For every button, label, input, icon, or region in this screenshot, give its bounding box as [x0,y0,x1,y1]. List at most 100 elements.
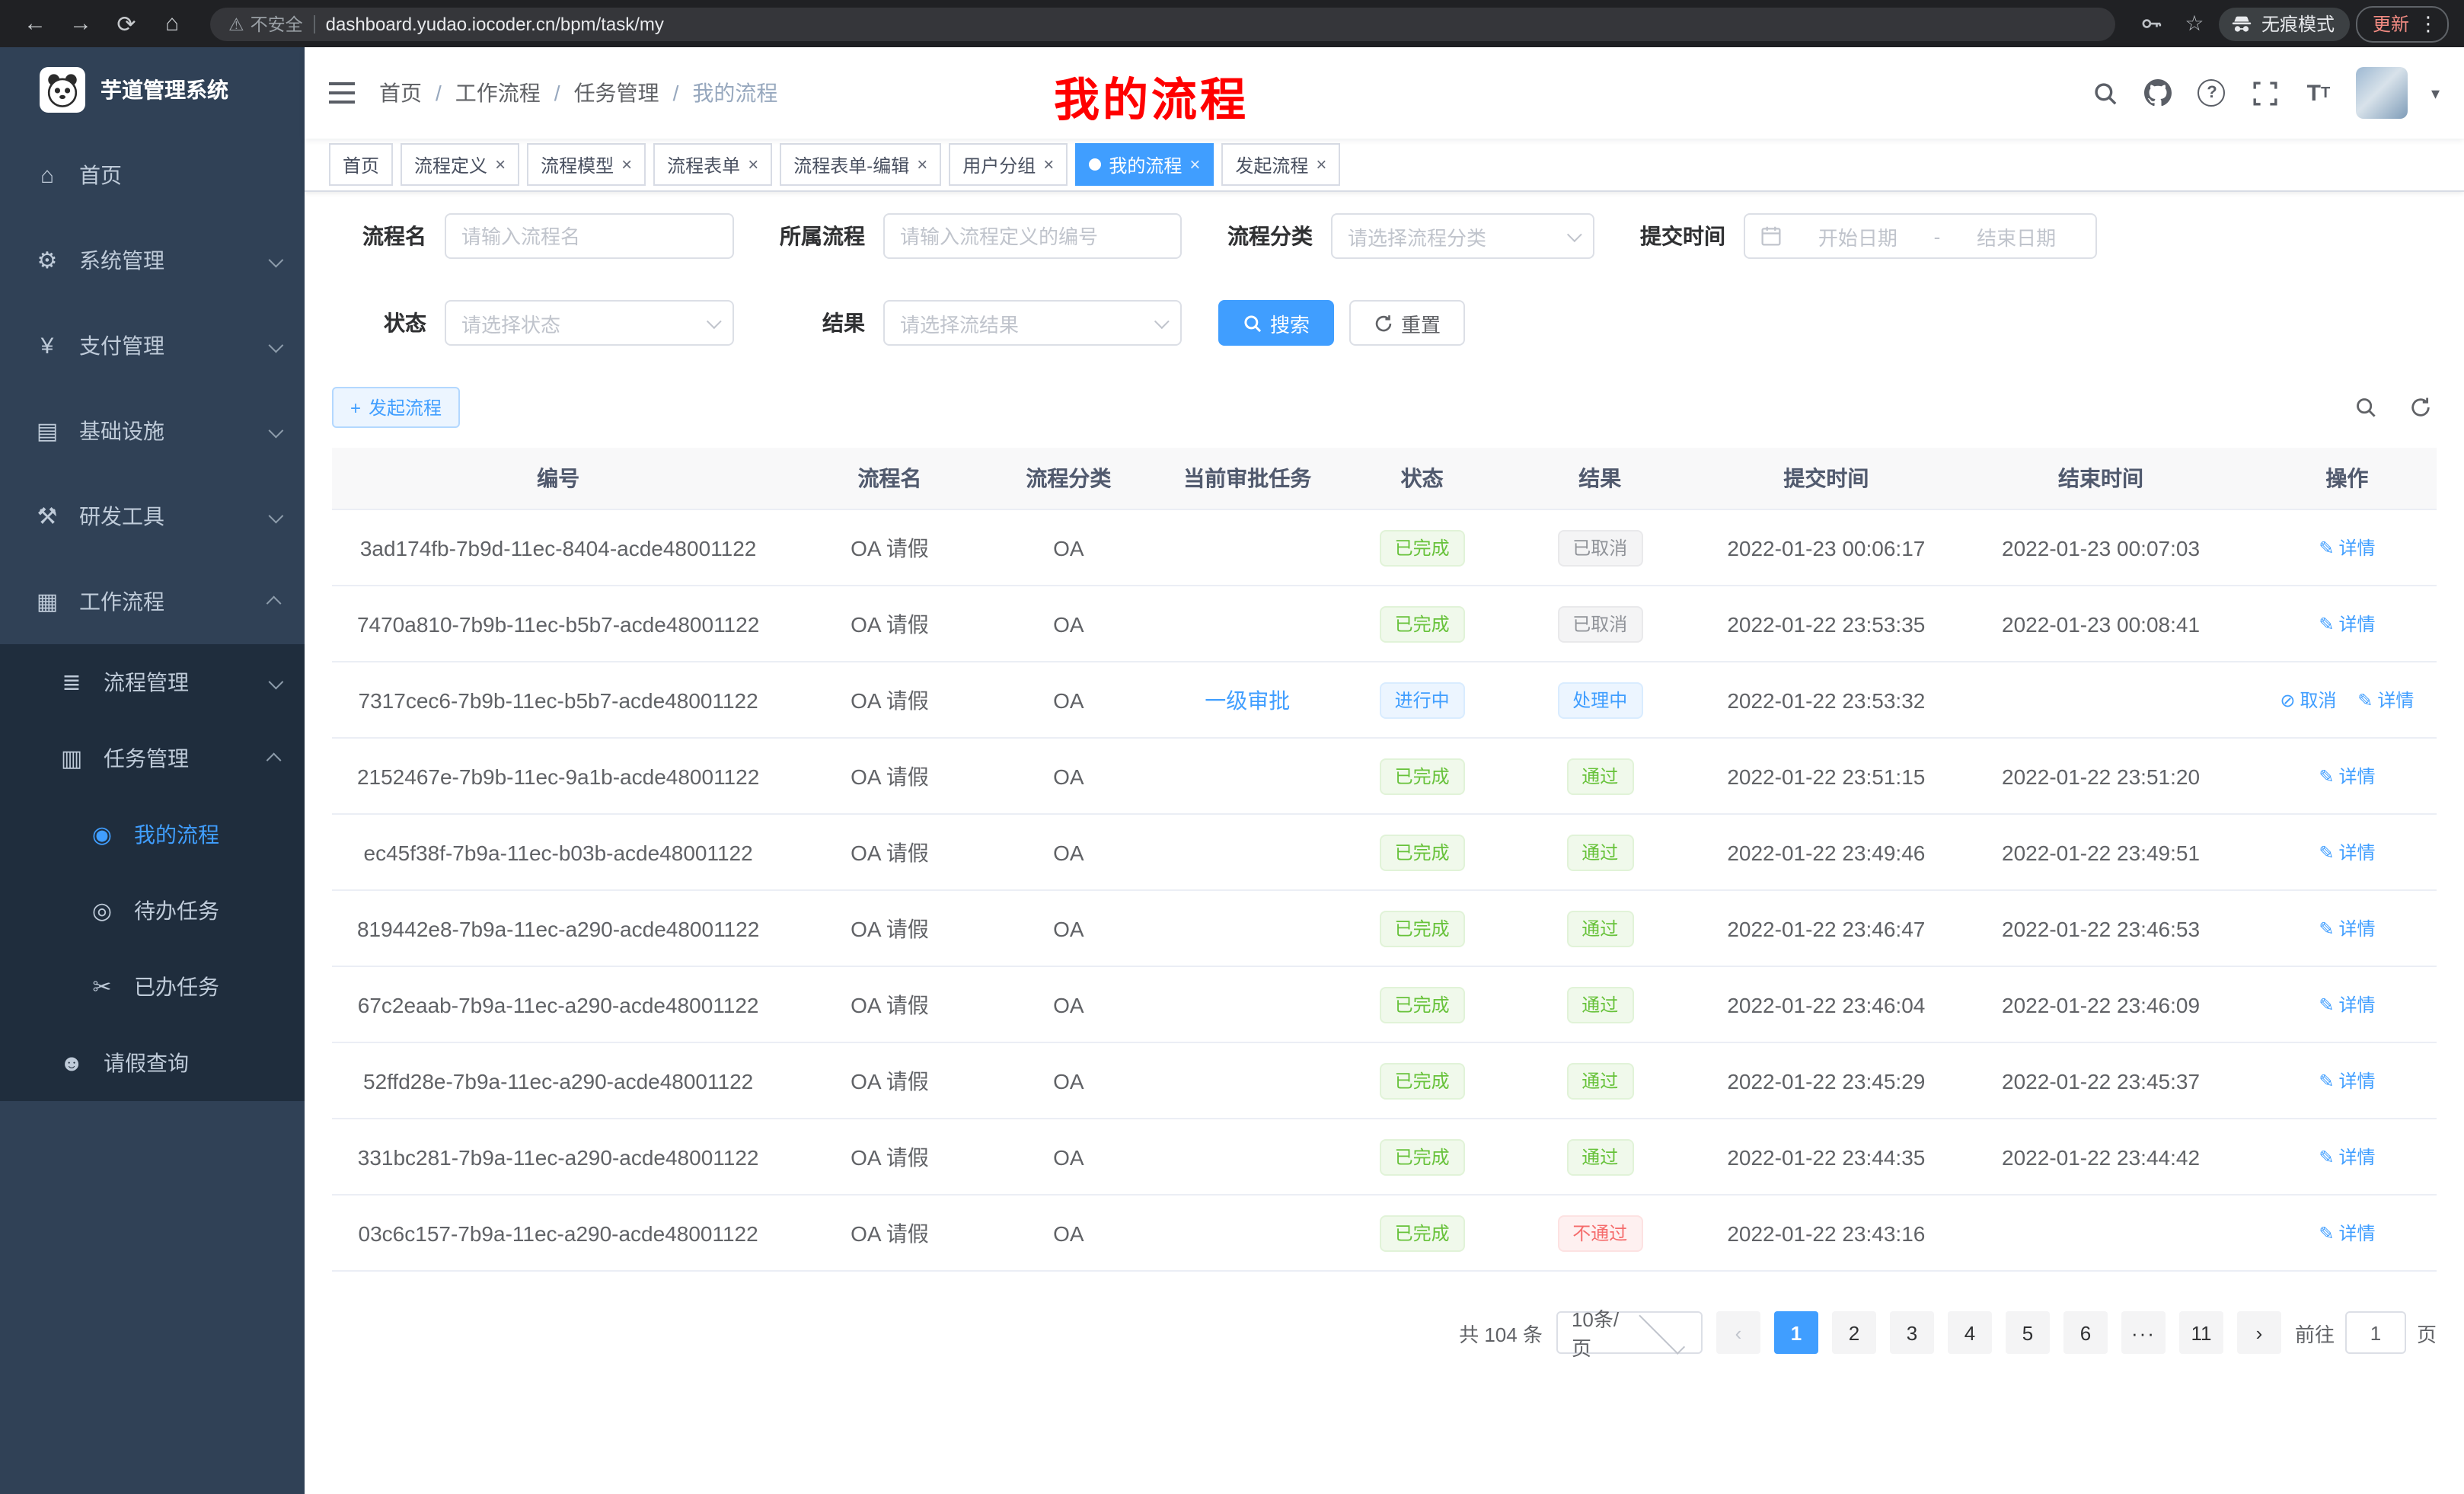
detail-action[interactable]: ✎详情 [2319,916,2375,942]
sidebar-item[interactable]: ⚒ 研发工具 [0,474,305,559]
close-icon[interactable]: × [1189,155,1200,174]
tab-label: 流程表单-编辑 [793,152,909,177]
view-tab[interactable]: 流程表单 × [653,143,772,186]
tab-label: 用户分组 [962,152,1036,177]
page-number-button[interactable]: 5 [2006,1311,2050,1354]
github-icon[interactable] [2143,78,2174,108]
avatar-caret-icon[interactable]: ▾ [2431,83,2440,103]
page-number-button[interactable]: ··· [2121,1311,2166,1354]
close-icon[interactable]: × [1316,155,1326,174]
view-tab[interactable]: 流程模型 × [527,143,646,186]
fullscreen-icon[interactable] [2250,78,2280,108]
password-key-icon[interactable] [2134,5,2170,42]
browser-update-button[interactable]: 更新 ⋮ [2356,5,2449,42]
browser-back-icon[interactable]: ← [15,4,55,43]
help-icon[interactable]: ? [2197,78,2227,108]
detail-action[interactable]: ✎详情 [2319,535,2375,561]
page-size-select[interactable]: 10条/页 [1556,1311,1703,1354]
browser-home-icon[interactable]: ⌂ [152,4,192,43]
create-process-button[interactable]: + 发起流程 [332,387,460,428]
sidebar-item[interactable]: ▤ 基础设施 [0,388,305,474]
submit-time-range-picker[interactable]: 开始日期 - 结束日期 [1744,213,2097,259]
row-process-name: OA 请假 [784,685,994,715]
font-size-icon[interactable]: TT [2303,78,2334,108]
cancel-action[interactable]: ⊘取消 [2280,688,2336,713]
sidebar-item[interactable]: ≣ 流程管理 [0,644,305,720]
bookmark-star-icon[interactable]: ☆ [2176,5,2213,42]
system-mgmt-icon: ⚙ [34,247,61,274]
reset-button[interactable]: 重置 [1349,300,1465,346]
browser-forward-icon[interactable]: → [61,4,101,43]
row-process-name: OA 请假 [784,1065,994,1096]
row-process-name: OA 请假 [784,532,994,563]
close-icon[interactable]: × [748,155,758,174]
edit-icon: ✎ [2319,538,2334,559]
browser-menu-icon[interactable]: ⋮ [2418,11,2438,36]
process-name-input[interactable] [445,213,734,259]
breadcrumb-item[interactable]: 任务管理 [574,78,659,108]
detail-action[interactable]: ✎详情 [2319,611,2375,637]
detail-action[interactable]: ✎详情 [2319,1068,2375,1094]
url-text[interactable]: dashboard.yudao.iocoder.cn/bpm/task/my [326,13,2097,34]
browser-reload-icon[interactable]: ⟳ [107,4,146,43]
view-tab[interactable]: 用户分组 × [949,143,1068,186]
owner-process-input[interactable] [883,213,1182,259]
avatar[interactable] [2357,67,2408,119]
sidebar-item[interactable]: ¥ 支付管理 [0,303,305,388]
detail-action[interactable]: ✎详情 [2319,764,2375,790]
chevron-icon [269,252,284,267]
breadcrumb-item[interactable]: 我的流程 [692,78,777,108]
page-number-button[interactable]: 3 [1890,1311,1934,1354]
sidebar-item[interactable]: ◉ 我的流程 [0,796,305,873]
sidebar-item[interactable]: ▥ 任务管理 [0,720,305,796]
view-tab[interactable]: 我的流程 × [1075,143,1214,186]
sidebar-item[interactable]: ✂ 已办任务 [0,949,305,1025]
security-chip[interactable]: ⚠ 不安全 [228,11,303,36]
view-tab[interactable]: 流程定义 × [401,143,519,186]
result-select[interactable]: 请选择流结果 [883,300,1182,346]
incognito-badge: 无痕模式 [2219,7,2350,40]
hamburger-icon[interactable] [329,82,355,104]
goto-page-input[interactable] [2345,1311,2406,1354]
close-icon[interactable]: × [621,155,632,174]
top-navbar: 首页/ 工作流程/ 任务管理/ 我的流程/ 我的流程 [305,47,2464,139]
detail-label: 详情 [2338,1068,2375,1094]
page-number-button[interactable]: 4 [1948,1311,1992,1354]
view-tab[interactable]: 发起流程 × [1221,143,1340,186]
sidebar-item[interactable]: ◎ 待办任务 [0,873,305,949]
page-number-button[interactable]: 11 [2179,1311,2223,1354]
prev-page-button[interactable]: ‹ [1716,1311,1760,1354]
breadcrumb-item[interactable]: 首页 [379,78,422,108]
detail-action[interactable]: ✎详情 [2319,992,2375,1018]
detail-action[interactable]: ✎详情 [2357,688,2414,713]
page-number-button[interactable]: 6 [2063,1311,2108,1354]
sidebar-item[interactable]: ⚙ 系统管理 [0,218,305,303]
close-icon[interactable]: × [1043,155,1054,174]
app-logo-row[interactable]: 芋道管理系统 [0,47,305,132]
category-select[interactable]: 请选择流程分类 [1331,213,1594,259]
detail-action[interactable]: ✎详情 [2319,1221,2375,1247]
search-button[interactable]: 搜索 [1218,300,1334,346]
view-tab[interactable]: 流程表单-编辑 × [780,143,941,186]
refresh-table-icon[interactable] [2403,391,2437,424]
sidebar-item[interactable]: ☻ 请假查询 [0,1025,305,1101]
page-number-button[interactable]: 2 [1832,1311,1876,1354]
sidebar-item[interactable]: ⌂ 首页 [0,132,305,218]
next-page-button[interactable]: › [2237,1311,2281,1354]
current-task-link[interactable]: 一级审批 [1205,688,1290,712]
close-icon[interactable]: × [917,155,927,174]
process-mgmt-icon: ≣ [58,669,85,696]
result-badge: 通过 [1566,834,1633,870]
page-number-button[interactable]: 1 [1774,1311,1818,1354]
close-icon[interactable]: × [495,155,506,174]
view-tab[interactable]: 首页 × [329,143,393,186]
search-icon[interactable] [2090,78,2121,108]
status-select[interactable]: 请选择状态 [445,300,734,346]
breadcrumb-item[interactable]: 工作流程 [455,78,541,108]
address-bar[interactable]: ⚠ 不安全 dashboard.yudao.iocoder.cn/bpm/tas… [210,7,2115,40]
detail-action[interactable]: ✎详情 [2319,1144,2375,1170]
toggle-search-icon[interactable] [2348,391,2382,424]
row-category: OA [995,840,1142,864]
detail-action[interactable]: ✎详情 [2319,840,2375,866]
sidebar-item[interactable]: ▦ 工作流程 [0,559,305,644]
